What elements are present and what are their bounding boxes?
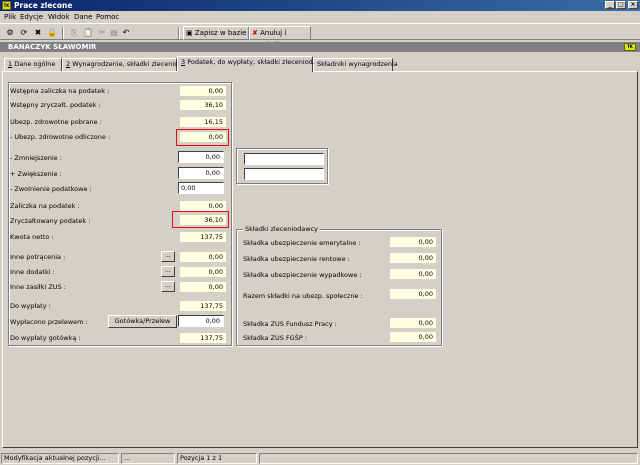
tab-podatek[interactable]: 3 Podatek, do wypłaty, składki zleceniod… bbox=[177, 56, 315, 72]
rentowe-label: Składka ubezpieczenie rentowe : bbox=[243, 255, 350, 263]
refresh-icon[interactable]: ⟳ bbox=[18, 27, 30, 38]
inne-zasilki-label: Inne zasiłki ZUS : bbox=[10, 283, 66, 291]
cancel-close-button[interactable]: ✘ Anuluj i zamknij bbox=[249, 26, 311, 49]
emerytalne-label: Składka ubezpieczenie emerytalne : bbox=[243, 239, 361, 247]
zaliczka-value: 0,00 bbox=[180, 201, 226, 211]
ubezp-odliczone-label: - Ubezp. zdrowotne odliczone : bbox=[10, 133, 111, 141]
save-to-db-button[interactable]: ▣ Zapisz w bazie bbox=[183, 26, 249, 40]
inne-potracenia-button[interactable]: ... bbox=[161, 251, 175, 262]
razem-value: 0,00 bbox=[390, 289, 436, 299]
tab-dane-ogolne[interactable]: 1 Dane ogólne bbox=[4, 58, 62, 71]
menu-pomoc[interactable]: Pomoc bbox=[96, 13, 119, 22]
wstepna-zaliczka-value: 0,00 bbox=[180, 86, 226, 96]
inne-dodatki-button[interactable]: ... bbox=[161, 266, 175, 277]
zwolnienie-input[interactable]: 0,00 bbox=[178, 182, 224, 194]
ubezp-pobrane-label: Ubezp. zdrowotne pobrane : bbox=[10, 118, 102, 126]
menu-edycje[interactable]: Edycje bbox=[20, 13, 43, 22]
ubezp-odliczone-value[interactable]: 0,00 bbox=[180, 132, 226, 142]
fundusz-pracy-label: Składka ZUS Fundusz Pracy : bbox=[243, 320, 337, 328]
do-wyplaty-label: Do wypłaty : bbox=[10, 302, 51, 310]
toolbar: ⚙ ⟳ ✖ 🔒 ⎘ 📋 ✂ ▤ ↶ ▣ Zapisz w bazie ✘ Anu… bbox=[0, 23, 640, 49]
wstepna-zaliczka-label: Wstępna zaliczka na podatek : bbox=[10, 87, 110, 95]
inne-potracenia-value: 0,00 bbox=[180, 252, 226, 262]
inne-dodatki-label: Inne dodatki : bbox=[10, 268, 55, 276]
status-position: Pozycja 1 z 1 bbox=[177, 453, 257, 464]
status-empty bbox=[259, 453, 638, 464]
cancel-icon: ✘ bbox=[252, 29, 258, 37]
status-ellipsis: ... bbox=[121, 453, 175, 464]
menu-dane[interactable]: Dane bbox=[74, 13, 92, 22]
person-header: BANACZYK SŁAWOMIR TK bbox=[0, 42, 640, 52]
wyplacono-przelewem-label: Wypłacono przelewem : bbox=[10, 318, 88, 326]
zwolnienie-label: - Zwolnienie podatkowe : bbox=[10, 185, 92, 193]
undo-icon[interactable]: ↶ bbox=[120, 27, 132, 38]
app-icon: TK bbox=[2, 1, 11, 10]
person-name: BANACZYK SŁAWOMIR bbox=[8, 43, 97, 51]
window-title: Prace zlecone bbox=[14, 1, 73, 10]
cut-icon[interactable]: ✂ bbox=[96, 27, 108, 38]
zwiekszenie-note-input[interactable] bbox=[244, 168, 324, 180]
zrycz-podatek-label: Zryczałtowany podatek : bbox=[10, 217, 91, 225]
menu-widok[interactable]: Widok bbox=[48, 13, 70, 22]
zaliczka-label: Zaliczka na podatek : bbox=[10, 202, 80, 210]
inne-dodatki-value: 0,00 bbox=[180, 267, 226, 277]
rentowe-value: 0,00 bbox=[390, 253, 436, 263]
menu-bar: Plik Edycje Widok Dane Pomoc bbox=[0, 12, 640, 23]
kwota-netto-label: Kwota netto : bbox=[10, 233, 54, 241]
zmniejszenie-input[interactable]: 0,00 bbox=[178, 151, 224, 163]
maximize-button[interactable]: □ bbox=[616, 1, 626, 9]
tab-skladniki-wynagrodzenia[interactable]: Składniki wynagrodzenia bbox=[313, 58, 398, 71]
razem-label: Razem składki na ubezp. społeczne : bbox=[243, 292, 363, 300]
toolbar-separator bbox=[62, 27, 64, 39]
kwota-netto-value: 137,75 bbox=[180, 232, 226, 242]
inne-zasilki-button[interactable]: ... bbox=[161, 281, 175, 292]
emerytalne-value: 0,00 bbox=[390, 237, 436, 247]
do-wyplaty-gotowka-label: Do wypłaty gotówką : bbox=[10, 334, 81, 342]
fundusz-pracy-value: 0,00 bbox=[390, 318, 436, 328]
do-wyplaty-value: 137,75 bbox=[180, 301, 226, 311]
fgsp-value: 0,00 bbox=[390, 332, 436, 342]
zwiekszenie-input[interactable]: 0,00 bbox=[178, 167, 224, 179]
minimize-button[interactable]: _ bbox=[605, 1, 615, 9]
tab-wynagrodzenie[interactable]: 2 Wynagrodzenie, składki zleceniob. bbox=[62, 58, 184, 71]
inne-potracenia-label: Inne potrącenia : bbox=[10, 253, 66, 261]
wypadkowe-label: Składka ubezpieczenie wypadkowe : bbox=[243, 271, 362, 279]
settings-icon[interactable]: ⚙ bbox=[4, 27, 16, 38]
delete-icon[interactable]: ✖ bbox=[32, 27, 44, 38]
zrycz-podatek-value[interactable]: 36,10 bbox=[180, 215, 226, 225]
wyplacono-przelewem-input[interactable]: 0,00 bbox=[178, 315, 224, 327]
title-bar: TK Prace zlecone _ □ × bbox=[0, 0, 640, 11]
skladki-groupbox-title: Składki zleceniodawcy bbox=[243, 225, 321, 234]
zwiekszenie-label: + Zwiększenie : bbox=[10, 170, 62, 178]
inne-zasilki-value: 0,00 bbox=[180, 282, 226, 292]
fgsp-label: Składka ZUS FGŚP : bbox=[243, 334, 308, 342]
gotowka-przelew-button[interactable]: Gotówka/Przelew bbox=[108, 315, 177, 328]
zmniejszenie-note-input[interactable] bbox=[244, 153, 324, 165]
status-bar: Modyfikacja aktualnej pozycji... ... Poz… bbox=[0, 452, 640, 465]
wypadkowe-value: 0,00 bbox=[390, 269, 436, 279]
disk-icon: ▣ bbox=[186, 29, 193, 37]
lock-icon[interactable]: 🔒 bbox=[46, 27, 58, 38]
toolbar-separator bbox=[178, 27, 180, 39]
wstepny-zrycz-label: Wstępny zryczałt. podatek : bbox=[10, 101, 101, 109]
copy-icon[interactable]: ⎘ bbox=[68, 27, 80, 38]
status-message: Modyfikacja aktualnej pozycji... bbox=[1, 453, 119, 464]
menu-plik[interactable]: Plik bbox=[4, 13, 16, 22]
close-button[interactable]: × bbox=[628, 1, 638, 9]
paste-icon[interactable]: 📋 bbox=[82, 27, 94, 38]
tk-icon: TK bbox=[624, 43, 636, 51]
zmniejszenie-label: - Zmniejszenie : bbox=[10, 154, 62, 162]
do-wyplaty-gotowka-value: 137,75 bbox=[180, 333, 226, 343]
ubezp-pobrane-value: 16,15 bbox=[180, 117, 226, 127]
wstepny-zrycz-value: 36,10 bbox=[180, 100, 226, 110]
paste-special-icon[interactable]: ▤ bbox=[108, 27, 120, 38]
